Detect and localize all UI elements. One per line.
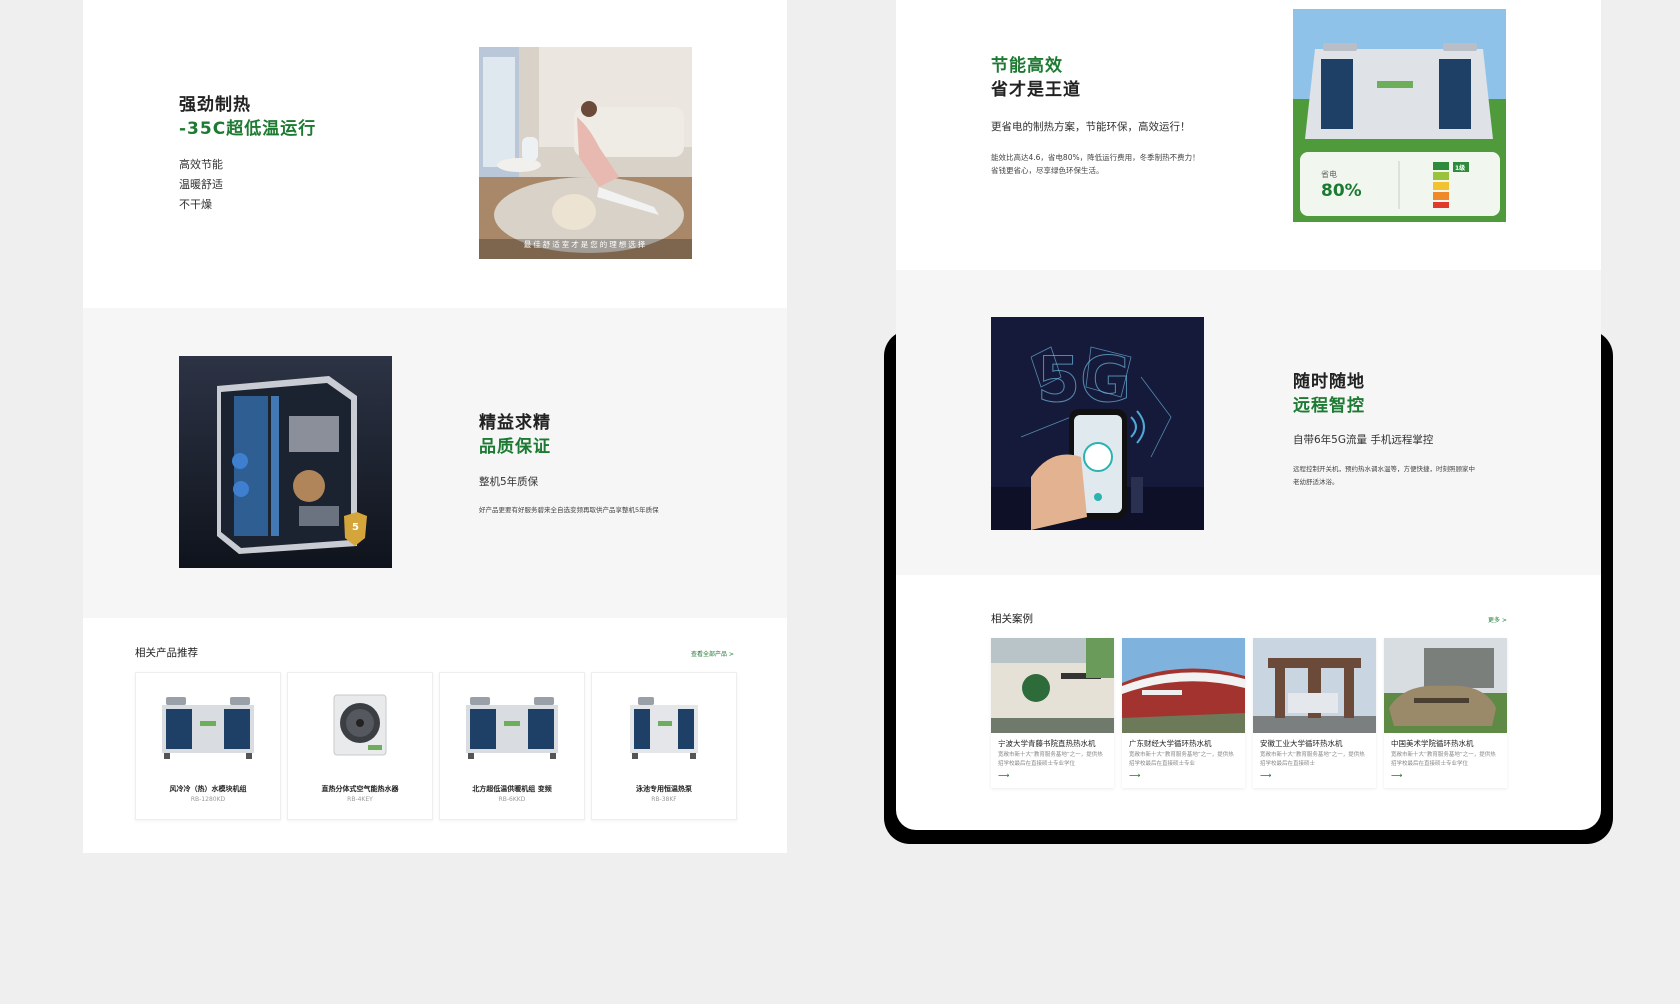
case-card[interactable]: 中国美术学院循环热水机 宽敞市新十大“教育服务基地”之一，提供热招学校最后在直接… <box>1384 638 1507 788</box>
5g-label: 5G <box>1036 343 1132 417</box>
product-model: RB-4KEY <box>347 796 373 803</box>
case-title: 宁波大学青藤书院直热热水机 <box>998 739 1096 748</box>
view-all-products-link[interactable]: 查看全部产品 > <box>691 649 734 658</box>
remote-desc-line: 远程控制开关机，预约热水调水温等，方便快捷，时刻照顾家中 <box>1293 465 1475 473</box>
product-image <box>160 697 256 765</box>
product-image <box>332 693 388 763</box>
photo-caption: 最佳舒适室才是您的理想选择 <box>523 240 648 249</box>
case-desc: 宽敞市新十大“教育服务基地”之一，提供热招学校最后在直接硕士专业学位 <box>998 752 1103 767</box>
energy-desc: 能效比高达4.6，省电80%，降低运行费用，冬季制热不费力！ 省钱更省心，尽享绿… <box>991 151 1200 177</box>
case-image <box>1122 638 1245 737</box>
feature-item: 温暖舒适 <box>179 178 223 191</box>
outdoor-unit-photo: 省电 80% 1级 <box>1293 9 1506 222</box>
related-cases-title: 相关案例 <box>991 613 1033 625</box>
product-model: RB-1280KD <box>190 796 226 803</box>
remote-desc-line: 老幼舒适沐浴。 <box>1293 478 1339 486</box>
case-desc: 宽敞市新十大“教育服务基地”之一，提供热招学校最后在直接硕士专业学位 <box>1391 752 1496 767</box>
more-cases-link[interactable]: 更多 > <box>1488 615 1507 624</box>
energy-desc-line: 能效比高达4.6，省电80%，降低运行费用，冬季制热不费力！ <box>991 153 1200 162</box>
remote-subtitle: 远程智控 <box>1293 396 1365 416</box>
living-room-photo: 最佳舒适室才是您的理想选择 <box>479 47 692 259</box>
product-model: RB-38KF <box>651 796 677 803</box>
arrow-right-icon[interactable]: ⟶ <box>998 771 1009 780</box>
machine-internal-photo: 5 <box>179 356 392 568</box>
energy-subtitle: 省才是王道 <box>991 80 1081 100</box>
heating-subtitle: -35C超低温运行 <box>179 119 317 139</box>
quality-lead: 整机5年质保 <box>479 476 539 488</box>
product-name: 直热分体式空气能热水器 <box>321 785 399 793</box>
energy-lead: 更省电的制热方案，节能环保，高效运行！ <box>991 121 1191 133</box>
product-name: 风冷冷（热）水模块机组 <box>169 785 247 793</box>
saving-value: 80% <box>1321 181 1362 201</box>
related-products-title: 相关产品推荐 <box>135 647 198 659</box>
energy-grade: 1级 <box>1455 165 1466 172</box>
remote-title: 随时随地 <box>1293 372 1365 392</box>
remote-lead: 自带6年5G流量 手机远程掌控 <box>1293 434 1434 446</box>
quality-subtitle: 品质保证 <box>479 437 551 457</box>
5g-phone-photo: 5G <box>991 317 1204 530</box>
arrow-right-icon[interactable]: ⟶ <box>1260 771 1271 780</box>
product-card[interactable]: 风冷冷（热）水模块机组 RB-1280KD <box>135 672 281 820</box>
energy-title: 节能高效 <box>991 56 1063 76</box>
quality-section: 5 精益求精 品质保证 整机5年质保 好产品更要有好服务碧来全自选变频再取供产品… <box>83 308 787 618</box>
related-cases-section: 相关案例 更多 > 宁波大学青藤书院直热热水机 宽敞市新十大“教育服务基地”之一… <box>896 575 1601 830</box>
right-page-panel: 节能高效 省才是王道 更省电的制热方案，节能环保，高效运行！ 能效比高达4.6，… <box>896 0 1601 830</box>
case-desc: 宽敞市新十大“教育服务基地”之一，提供热招学校最后在直接硕士 <box>1260 752 1365 767</box>
case-title: 中国美术学院循环热水机 <box>1391 739 1474 748</box>
warranty-badge-number: 5 <box>352 522 359 533</box>
product-name: 泳池专用恒温热泵 <box>636 785 692 793</box>
saving-label: 省电 <box>1321 170 1337 179</box>
case-title: 安徽工业大学循环热水机 <box>1260 739 1343 748</box>
product-image <box>464 697 560 765</box>
remote-control-section: 5G 随时随地 远程智控 自带6年5G流量 手机远程掌控 远程控制开关机，预约热… <box>896 270 1601 575</box>
related-products-section: 相关产品推荐 查看全部产品 > 风冷冷（热）水模块机组 RB-1280KD 直热… <box>83 618 787 853</box>
heating-title: 强劲制热 <box>179 95 251 115</box>
arrow-right-icon[interactable]: ⟶ <box>1129 771 1140 780</box>
product-card[interactable]: 直热分体式空气能热水器 RB-4KEY <box>287 672 433 820</box>
arrow-right-icon[interactable]: ⟶ <box>1391 771 1402 780</box>
energy-desc-line: 省钱更省心，尽享绿色环保生活。 <box>991 166 1104 175</box>
product-name: 北方超低温供暖机组 变频 <box>472 785 552 793</box>
product-image <box>628 697 700 765</box>
case-image <box>991 638 1114 737</box>
heating-section: 强劲制热 -35C超低温运行 高效节能 温暖舒适 不干燥 最佳舒适室才是您的理想… <box>83 0 787 308</box>
remote-desc: 远程控制开关机，预约热水调水温等，方便快捷，时刻照顾家中 老幼舒适沐浴。 <box>1293 463 1475 489</box>
case-desc: 宽敞市新十大“教育服务基地”之一，提供热招学校最后在直接硕士专业 <box>1129 752 1234 767</box>
case-card[interactable]: 广东财经大学循环热水机 宽敞市新十大“教育服务基地”之一，提供热招学校最后在直接… <box>1122 638 1245 788</box>
quality-desc: 好产品更要有好服务碧来全自选变频再取供产品享整机5年质保 <box>479 506 659 514</box>
product-card[interactable]: 北方超低温供暖机组 变频 RB-6KKD <box>439 672 585 820</box>
heating-feature-list: 高效节能 温暖舒适 不干燥 <box>179 155 223 215</box>
energy-section: 节能高效 省才是王道 更省电的制热方案，节能环保，高效运行！ 能效比高达4.6，… <box>896 0 1601 270</box>
quality-title: 精益求精 <box>479 413 551 433</box>
product-model: RB-6KKD <box>498 796 526 803</box>
case-image <box>1384 638 1507 737</box>
left-page-panel: 强劲制热 -35C超低温运行 高效节能 温暖舒适 不干燥 最佳舒适室才是您的理想… <box>83 0 787 853</box>
case-card[interactable]: 安徽工业大学循环热水机 宽敞市新十大“教育服务基地”之一，提供热招学校最后在直接… <box>1253 638 1376 788</box>
feature-item: 高效节能 <box>179 158 223 171</box>
product-card[interactable]: 泳池专用恒温热泵 RB-38KF <box>591 672 737 820</box>
case-title: 广东财经大学循环热水机 <box>1129 739 1212 748</box>
feature-item: 不干燥 <box>179 198 212 211</box>
case-image <box>1253 638 1376 737</box>
case-card[interactable]: 宁波大学青藤书院直热热水机 宽敞市新十大“教育服务基地”之一，提供热招学校最后在… <box>991 638 1114 788</box>
